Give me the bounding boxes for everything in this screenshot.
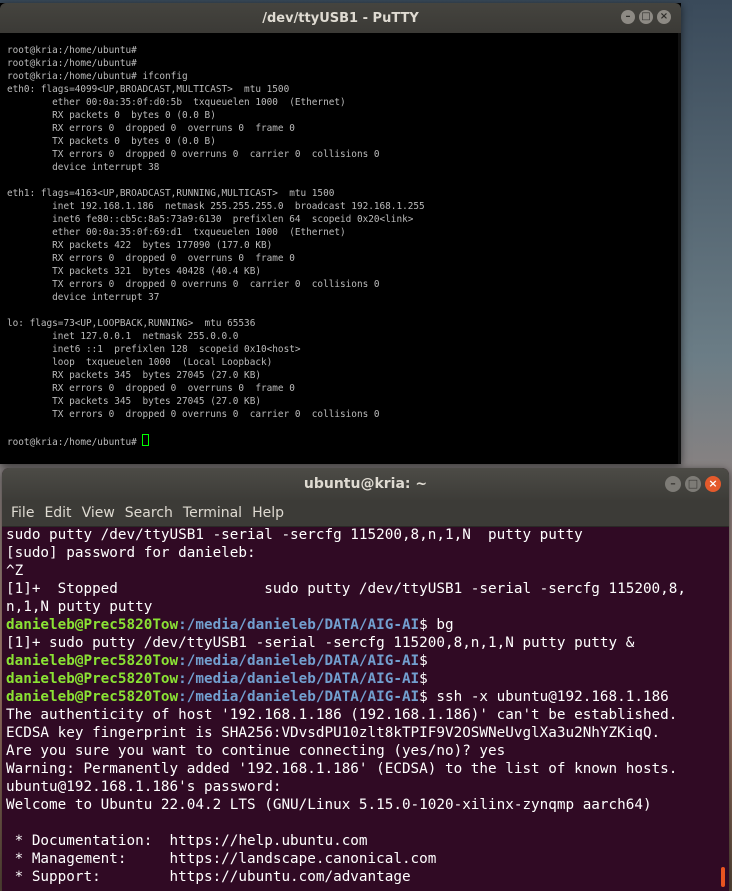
terminal-output-line: * Management: https://landscape.canonica… bbox=[6, 851, 437, 867]
terminal-output-line: [sudo] password for danieleb: bbox=[6, 545, 256, 561]
menu-edit[interactable]: Edit bbox=[39, 505, 76, 521]
maximize-icon[interactable]: □ bbox=[685, 476, 701, 492]
terminal-output[interactable]: sudo putty /dev/ttyUSB1 -serial -sercfg … bbox=[6, 526, 723, 891]
putty-window[interactable]: /dev/ttyUSB1 - PuTTY – □ × root@kria:/ho… bbox=[0, 3, 681, 464]
putty-output-line: RX packets 422 bytes 177090 (177.0 KB) bbox=[7, 240, 273, 251]
terminal-output-line: n,1,N putty putty bbox=[6, 599, 153, 615]
menu-view[interactable]: View bbox=[77, 505, 120, 521]
putty-output-lines: root@kria:/home/ubuntu# root@kria:/home/u… bbox=[7, 44, 679, 434]
putty-title: /dev/ttyUSB1 - PuTTY bbox=[262, 10, 419, 26]
maximize-icon[interactable]: □ bbox=[639, 10, 653, 24]
putty-output-line: inet 192.168.1.186 netmask 255.255.255.0… bbox=[7, 201, 425, 212]
command-text: $ bbox=[419, 671, 428, 687]
putty-output-line: TX packets 321 bytes 40428 (40.4 KB) bbox=[7, 266, 261, 277]
putty-output-line: root@kria:/home/ubuntu# bbox=[7, 58, 137, 69]
terminal-output-bottom: The authenticity of host '192.168.1.186 … bbox=[6, 706, 723, 886]
terminal-output-line: Warning: Permanently added '192.168.1.18… bbox=[6, 761, 678, 777]
putty-output-line: ether 00:0a:35:0f:d0:5b txqueuelen 1000 … bbox=[7, 97, 346, 108]
terminal-output-line: Welcome to Ubuntu 22.04.2 LTS (GNU/Linux… bbox=[6, 797, 652, 813]
terminal-output-line: sudo putty /dev/ttyUSB1 -serial -sercfg … bbox=[6, 527, 583, 543]
putty-output-line bbox=[7, 304, 679, 317]
putty-output-line: inet 127.0.0.1 netmask 255.0.0.0 bbox=[7, 331, 239, 342]
putty-output-line: TX packets 345 bytes 27045 (27.0 KB) bbox=[7, 396, 261, 407]
menu-search[interactable]: Search bbox=[120, 505, 178, 521]
putty-titlebar[interactable]: /dev/ttyUSB1 - PuTTY – □ × bbox=[0, 3, 681, 33]
terminal-output-line: [1]+ Stopped sudo putty /dev/ttyUSB1 -se… bbox=[6, 581, 686, 597]
putty-output-line: inet6 fe80::cb5c:8a5:73a9:6130 prefixlen… bbox=[7, 214, 414, 225]
putty-output-line: lo: flags=73<UP,LOOPBACK,RUNNING> mtu 65… bbox=[7, 318, 256, 329]
terminal-output-line: ECDSA key fingerprint is SHA256:VDvsdPU1… bbox=[6, 725, 661, 741]
putty-output-line: RX errors 0 dropped 0 overruns 0 frame 0 bbox=[7, 383, 295, 394]
terminal-output-line: ^Z bbox=[6, 563, 24, 579]
putty-output-line bbox=[7, 174, 679, 187]
command-text: $ bg bbox=[419, 617, 454, 633]
terminal-output-line: Are you sure you want to continue connec… bbox=[6, 743, 506, 759]
putty-scrollbar[interactable] bbox=[678, 33, 681, 464]
terminal-titlebar[interactable]: ubuntu@kria: ~ – □ × bbox=[2, 468, 729, 500]
putty-output-line: device interrupt 38 bbox=[7, 162, 160, 173]
putty-output-line: TX errors 0 dropped 0 overruns 0 carrier… bbox=[7, 279, 380, 290]
putty-output-line: inet6 ::1 prefixlen 128 scopeid 0x10<hos… bbox=[7, 344, 301, 355]
terminal-output-top: sudo putty /dev/ttyUSB1 -serial -sercfg … bbox=[6, 526, 723, 616]
putty-prompt-line: root@kria:/home/ubuntu# bbox=[7, 434, 679, 449]
terminal-title: ubuntu@kria: ~ bbox=[303, 476, 428, 492]
putty-output-line: root@kria:/home/ubuntu# ifconfig bbox=[7, 71, 188, 82]
terminal-output-line: ubuntu@192.168.1.186's password: bbox=[6, 779, 282, 795]
prompt-user: danieleb@Prec5820Tow bbox=[6, 617, 179, 633]
putty-output-line: RX errors 0 dropped 0 overruns 0 frame 0 bbox=[7, 123, 295, 134]
command-text: $ bbox=[419, 653, 428, 669]
prompt-line-empty: danieleb@Prec5820Tow:/media/danieleb/DAT… bbox=[6, 652, 723, 670]
prompt-line-ssh: danieleb@Prec5820Tow:/media/danieleb/DAT… bbox=[6, 688, 723, 706]
command-text: $ ssh -x ubuntu@192.168.1.186 bbox=[419, 689, 669, 705]
bg-output: [1]+ sudo putty /dev/ttyUSB1 -serial -se… bbox=[6, 635, 635, 651]
terminal-window[interactable]: ubuntu@kria: ~ – □ × File Edit View Sear… bbox=[2, 468, 729, 891]
menu-bar: File Edit View Search Terminal Help bbox=[2, 500, 729, 527]
putty-window-controls: – □ × bbox=[621, 10, 671, 24]
terminal-output-line: * Documentation: https://help.ubuntu.com bbox=[6, 833, 368, 849]
putty-output-line: loop txqueuelen 1000 (Local Loopback) bbox=[7, 357, 273, 368]
close-icon[interactable]: × bbox=[705, 476, 721, 492]
prompt-user: danieleb@Prec5820Tow bbox=[6, 689, 179, 705]
putty-output-line: TX packets 0 bytes 0 (0.0 B) bbox=[7, 136, 216, 147]
menu-help[interactable]: Help bbox=[247, 505, 289, 521]
prompt-path: :/media/danieleb/DATA/AIG-AI bbox=[178, 689, 420, 705]
terminal-output-line: The authenticity of host '192.168.1.186 … bbox=[6, 707, 678, 723]
putty-output-line: RX errors 0 dropped 0 overruns 0 frame 0 bbox=[7, 253, 295, 264]
menu-file[interactable]: File bbox=[6, 505, 39, 521]
putty-output-line: eth0: flags=4099<UP,BROADCAST,MULTICAST>… bbox=[7, 84, 290, 95]
minimize-icon[interactable]: – bbox=[665, 476, 681, 492]
close-icon[interactable]: × bbox=[657, 10, 671, 24]
putty-output-line: TX errors 0 dropped 0 overruns 0 carrier… bbox=[7, 409, 380, 420]
prompt-user: danieleb@Prec5820Tow bbox=[6, 653, 179, 669]
putty-output-line: TX errors 0 dropped 0 overruns 0 carrier… bbox=[7, 149, 380, 160]
putty-prompt: root@kria:/home/ubuntu# bbox=[7, 437, 143, 448]
putty-output-line bbox=[7, 421, 679, 434]
putty-output-line: root@kria:/home/ubuntu# bbox=[7, 45, 137, 56]
terminal-output-line: * Support: https://ubuntu.com/advantage bbox=[6, 869, 411, 885]
putty-output-line: eth1: flags=4163<UP,BROADCAST,RUNNING,MU… bbox=[7, 188, 335, 199]
putty-output-line: ether 00:0a:35:0f:69:d1 txqueuelen 1000 … bbox=[7, 227, 346, 238]
putty-terminal-output[interactable]: root@kria:/home/ubuntu# root@kria:/home/u… bbox=[7, 44, 679, 464]
menu-terminal[interactable]: Terminal bbox=[178, 505, 247, 521]
prompt-path: :/media/danieleb/DATA/AIG-AI bbox=[178, 671, 420, 687]
prompt-path: :/media/danieleb/DATA/AIG-AI bbox=[178, 653, 420, 669]
prompt-user: danieleb@Prec5820Tow bbox=[6, 671, 179, 687]
cursor-icon bbox=[142, 434, 150, 446]
terminal-window-controls: – □ × bbox=[665, 476, 721, 492]
terminal-scrollbar[interactable] bbox=[721, 867, 725, 887]
putty-output-line: RX packets 345 bytes 27045 (27.0 KB) bbox=[7, 370, 261, 381]
prompt-line-bg: danieleb@Prec5820Tow:/media/danieleb/DAT… bbox=[6, 616, 723, 634]
minimize-icon[interactable]: – bbox=[621, 10, 635, 24]
prompt-line-empty: danieleb@Prec5820Tow:/media/danieleb/DAT… bbox=[6, 670, 723, 688]
prompt-path: :/media/danieleb/DATA/AIG-AI bbox=[178, 617, 420, 633]
putty-output-line: RX packets 0 bytes 0 (0.0 B) bbox=[7, 110, 216, 121]
putty-output-line: device interrupt 37 bbox=[7, 292, 160, 303]
